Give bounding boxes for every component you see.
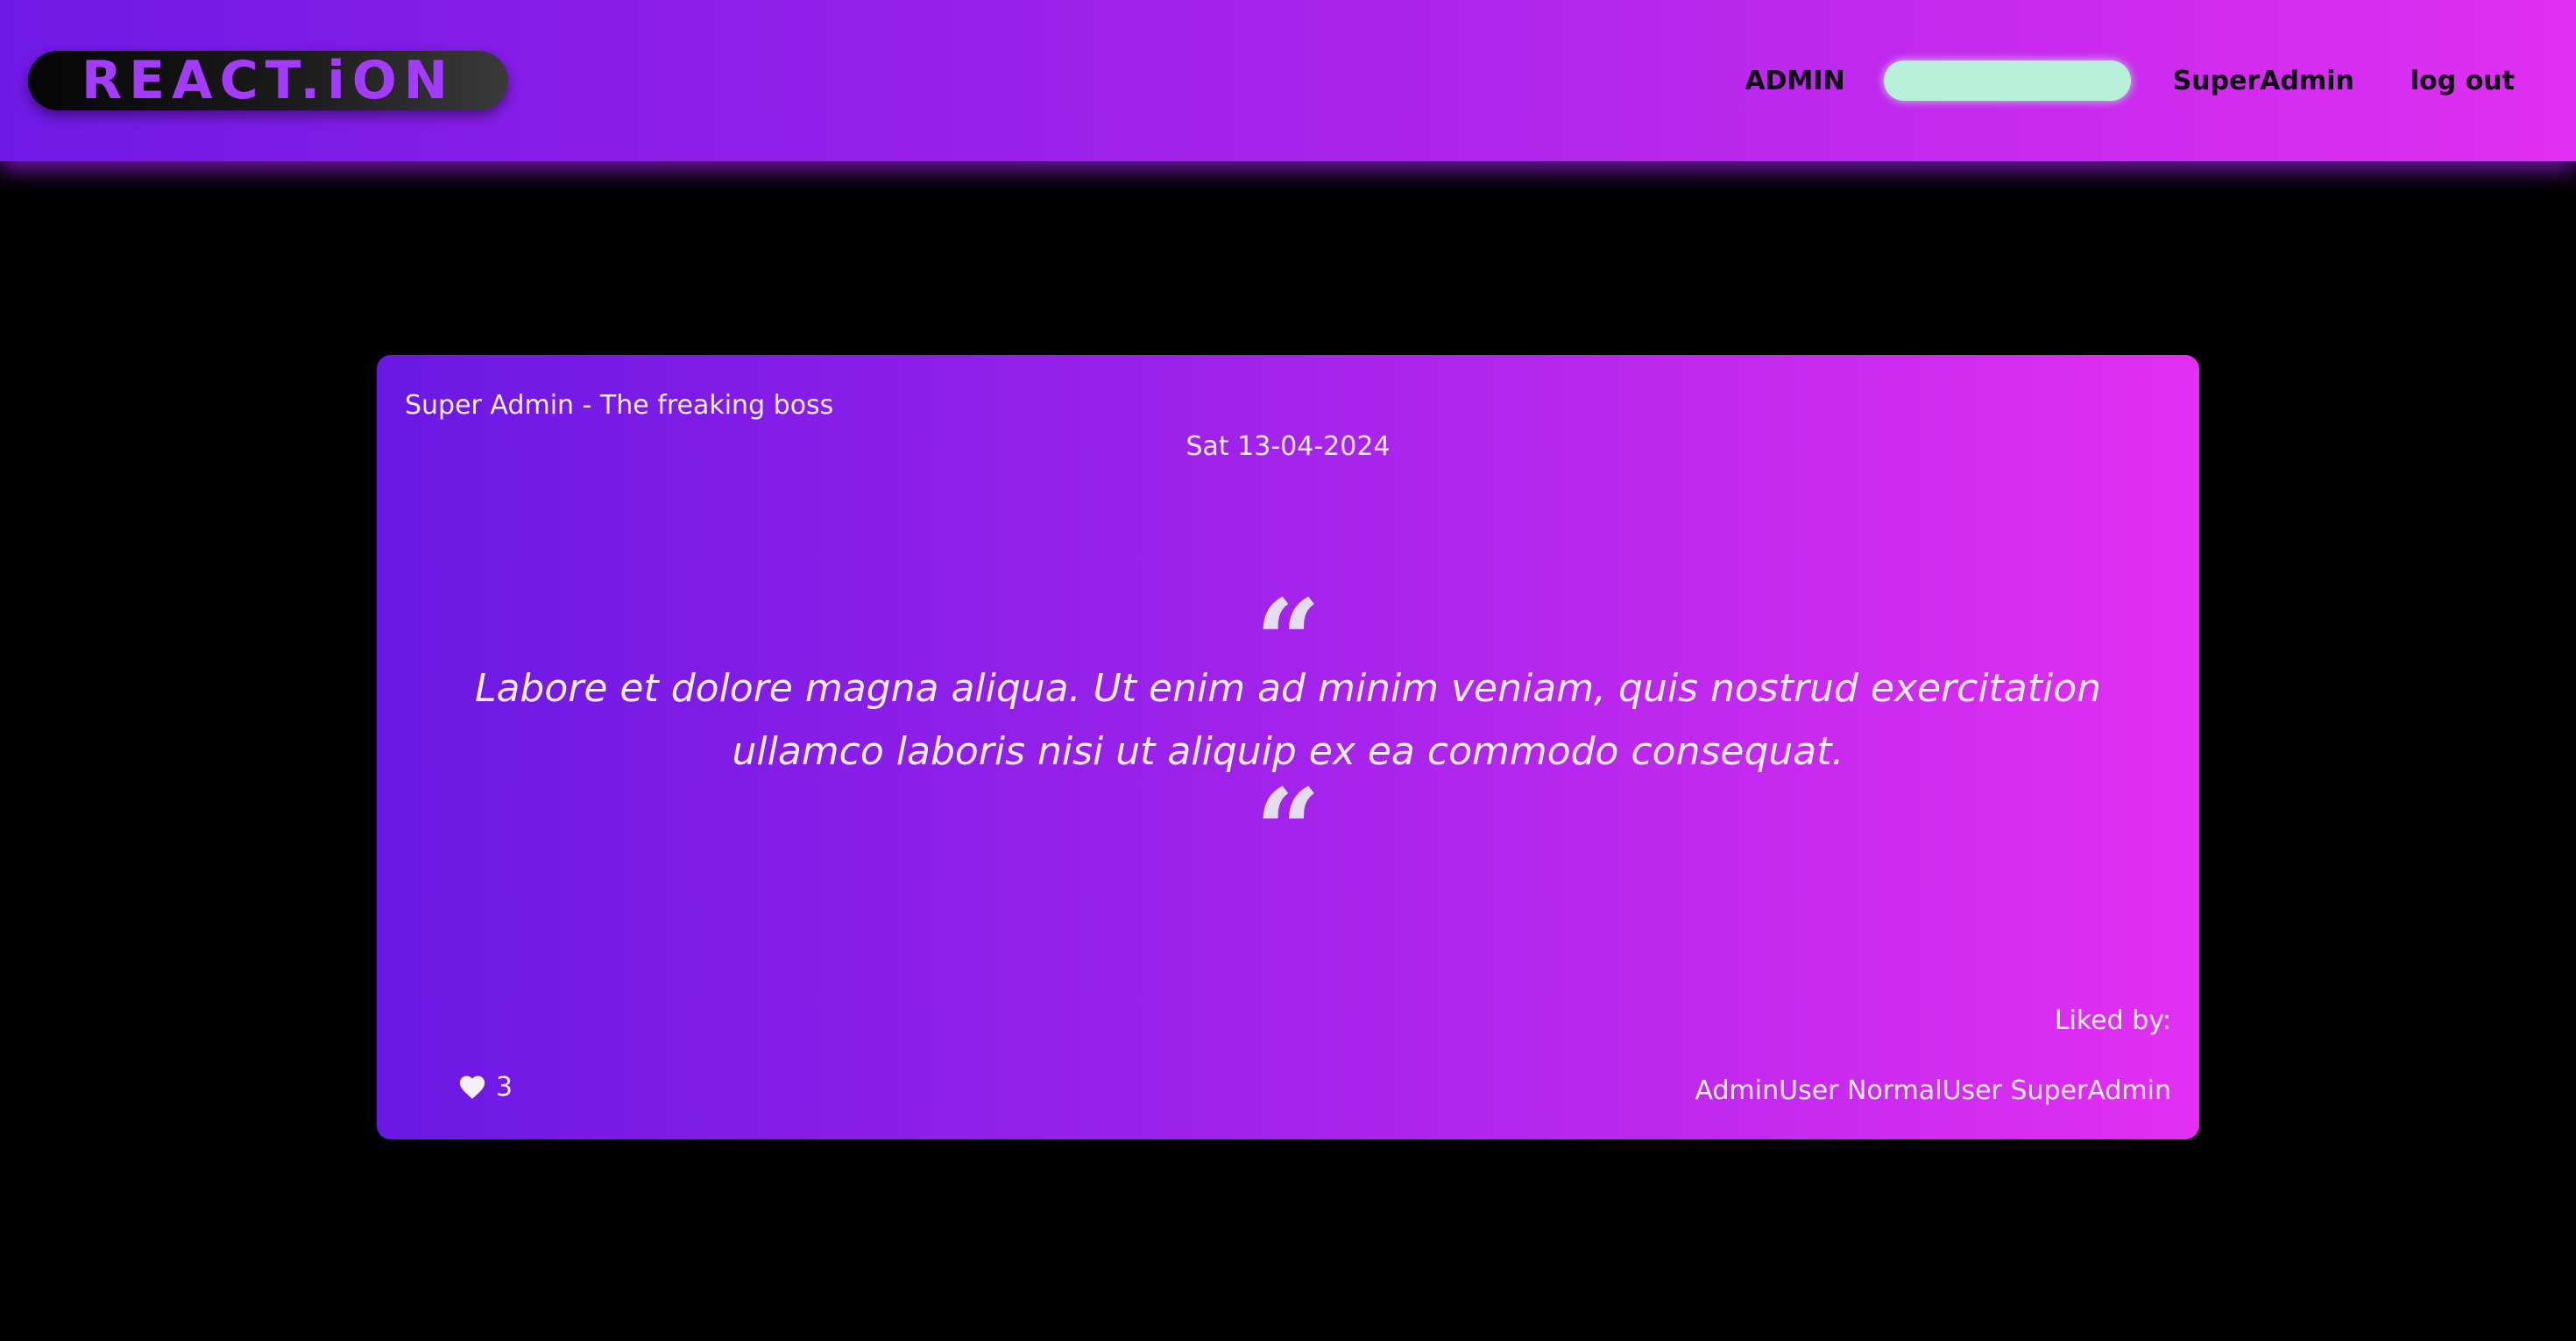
logout-link[interactable]: log out <box>2410 66 2515 96</box>
nav-admin-link[interactable]: ADMIN <box>1744 66 1844 96</box>
search-input[interactable] <box>1883 60 2131 101</box>
logo-text: REACT.iON <box>81 50 456 111</box>
like-count: 3 <box>496 1072 513 1103</box>
close-quote-icon: “ <box>1255 763 1321 898</box>
open-quote-icon: “ <box>1255 574 1321 708</box>
nav-user-link[interactable]: SuperAdmin <box>2173 66 2354 96</box>
heart-icon[interactable] <box>457 1073 487 1103</box>
post-date: Sat 13-04-2024 <box>1185 431 1391 462</box>
app-logo[interactable]: REACT.iON <box>28 51 508 110</box>
liked-by-label: Liked by: <box>2054 1005 2171 1036</box>
top-navbar: REACT.iON ADMIN SuperAdmin log out <box>0 0 2576 161</box>
post-author: Super Admin - The freaking boss <box>405 390 834 421</box>
post-card: Super Admin - The freaking boss Sat 13-0… <box>377 355 2199 1139</box>
nav-links: ADMIN SuperAdmin log out <box>1744 51 2515 110</box>
liked-by-users: AdminUser NormalUser SuperAdmin <box>1695 1075 2172 1106</box>
like-button[interactable]: 3 <box>457 1072 513 1103</box>
